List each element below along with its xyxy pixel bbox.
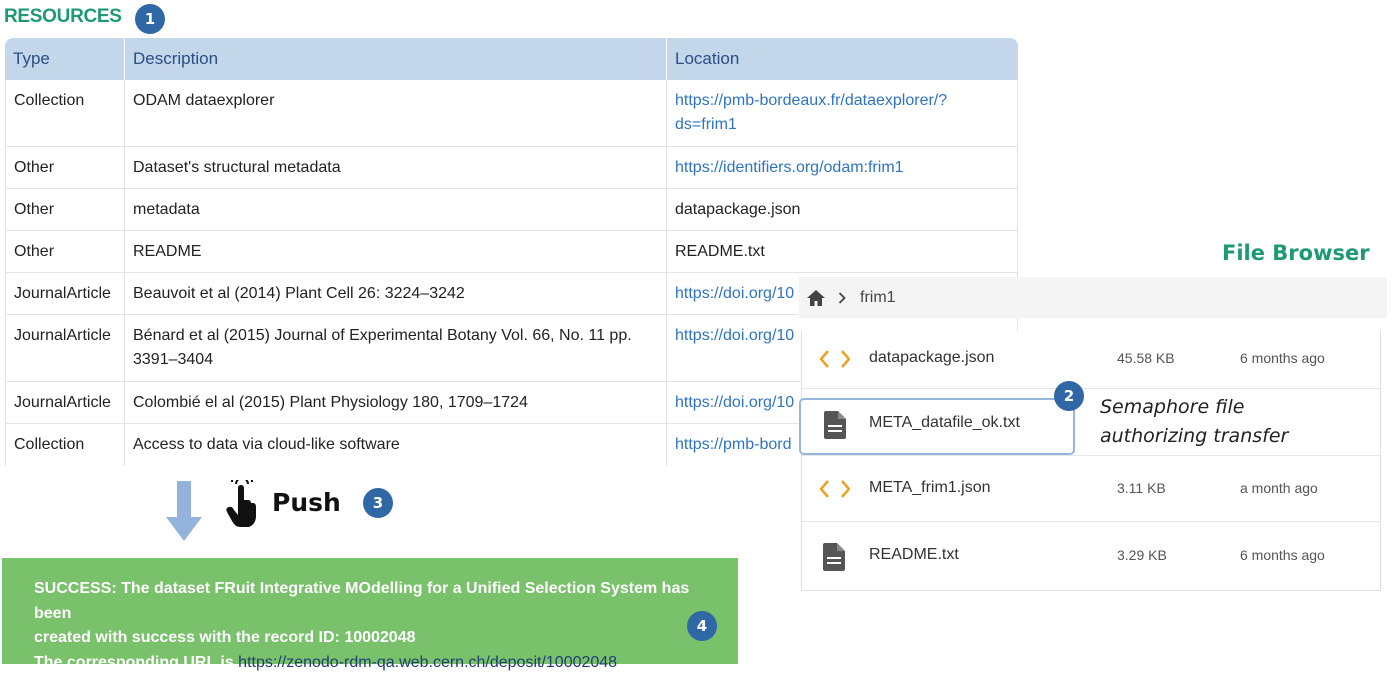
file-name[interactable]: datapackage.json [869, 349, 994, 367]
code-icon [820, 479, 850, 504]
file-list: datapackage.json 45.58 KB 6 months ago M… [801, 331, 1381, 591]
cell-type: JournalArticle [5, 382, 124, 423]
semaphore-note-line2: authorizing transfer [1100, 422, 1288, 451]
table-row: Other Dataset's structural metadata http… [5, 147, 1018, 189]
table-row: Collection ODAM dataexplorer https://pmb… [5, 80, 1018, 147]
file-name[interactable]: META_frim1.json [869, 479, 991, 497]
file-modified: 6 months ago [1240, 350, 1325, 366]
file-modified: 6 months ago [1240, 547, 1325, 563]
success-message: SUCCESS: The dataset FRuit Integrative M… [2, 558, 738, 664]
cell-location: datapackage.json [666, 189, 1018, 230]
file-name[interactable]: README.txt [869, 546, 959, 564]
cell-description: Colombié el al (2015) Plant Physiology 1… [124, 382, 666, 423]
table-row: Other metadata datapackage.json [5, 189, 1018, 231]
file-modified: a month ago [1240, 480, 1318, 496]
cell-description: Dataset's structural metadata [124, 147, 666, 188]
location-link-line2[interactable]: ds=frim1 [675, 116, 737, 133]
column-header-type[interactable]: Type [5, 38, 124, 80]
cell-type: JournalArticle [5, 315, 124, 381]
file-size: 3.29 KB [1117, 547, 1167, 563]
cell-description-line1: Bénard et al (2015) Journal of Experimen… [133, 327, 632, 344]
cell-type: Collection [5, 424, 124, 466]
push-button[interactable]: Push [272, 488, 341, 517]
table-header-row: Type Description Location [5, 38, 1018, 80]
home-icon[interactable] [806, 289, 826, 307]
success-line-3: The corresponding URL is https://zenodo-… [34, 651, 708, 675]
breadcrumb: frim1 [799, 277, 1387, 318]
cell-type: Other [5, 147, 124, 188]
resources-title: RESOURCES [4, 6, 122, 28]
file-icon [823, 543, 845, 576]
file-browser-title: File Browser [1222, 241, 1370, 265]
cell-description: Beauvoit et al (2014) Plant Cell 26: 322… [124, 273, 666, 314]
chevron-right-icon [838, 292, 846, 304]
table-row: Other README README.txt [5, 231, 1018, 273]
location-link-line1[interactable]: https://pmb-bordeaux.fr/dataexplorer/? [675, 92, 947, 109]
code-icon [820, 349, 850, 374]
file-name[interactable]: META_datafile_ok.txt [869, 414, 1020, 432]
deposit-url-link[interactable]: https://zenodo-rdm-qa.web.cern.ch/deposi… [238, 654, 617, 671]
breadcrumb-folder[interactable]: frim1 [860, 289, 896, 307]
location-link[interactable]: https://identifiers.org/odam:frim1 [666, 147, 1018, 188]
cell-location: README.txt [666, 231, 1018, 272]
column-header-location[interactable]: Location [666, 38, 1018, 80]
cell-description: Access to data via cloud-like software [124, 424, 666, 466]
file-size: 3.11 KB [1117, 480, 1166, 496]
file-row[interactable]: datapackage.json 45.58 KB 6 months ago [802, 331, 1380, 389]
file-row[interactable]: META_frim1.json 3.11 KB a month ago [802, 456, 1380, 522]
semaphore-note: Semaphore file authorizing transfer [1100, 393, 1288, 451]
cell-type: Other [5, 231, 124, 272]
step-badge-2: 2 [1054, 381, 1084, 411]
cell-description: metadata [124, 189, 666, 230]
step-badge-4: 4 [687, 611, 717, 641]
success-line-2: created with success with the record ID:… [34, 626, 708, 651]
down-arrow-icon [166, 481, 202, 546]
file-size: 45.58 KB [1117, 350, 1175, 366]
step-badge-1: 1 [135, 4, 165, 34]
location-link[interactable]: https://pmb-bordeaux.fr/dataexplorer/? d… [666, 80, 1018, 146]
file-icon [824, 411, 846, 444]
cell-description: README [124, 231, 666, 272]
file-row[interactable]: README.txt 3.29 KB 6 months ago [802, 522, 1380, 588]
cell-description: Bénard et al (2015) Journal of Experimen… [124, 315, 666, 381]
success-line-1: SUCCESS: The dataset FRuit Integrative M… [34, 577, 708, 626]
semaphore-note-line1: Semaphore file [1100, 393, 1288, 422]
semaphore-file-row[interactable]: META_datafile_ok.txt [799, 398, 1075, 455]
cell-description-line2: 3391–3404 [133, 351, 213, 368]
column-header-description[interactable]: Description [124, 38, 666, 80]
step-badge-3: 3 [363, 488, 393, 518]
pointing-hand-icon[interactable] [224, 480, 258, 533]
cell-type: JournalArticle [5, 273, 124, 314]
success-url-prefix: The corresponding URL is [34, 654, 238, 671]
cell-type: Collection [5, 80, 124, 146]
cell-description: ODAM dataexplorer [124, 80, 666, 146]
cell-type: Other [5, 189, 124, 230]
